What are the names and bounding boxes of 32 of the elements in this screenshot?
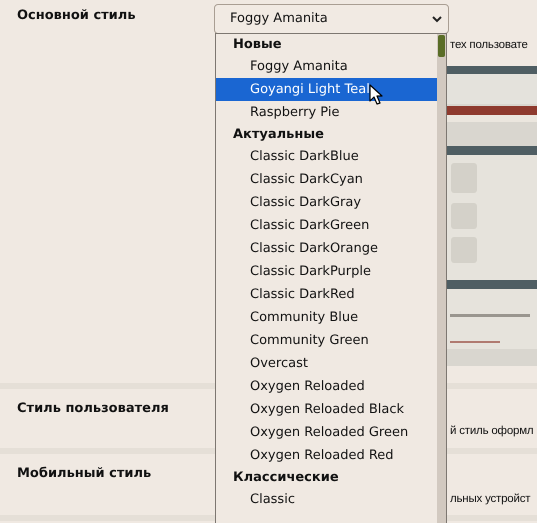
setting-description: й стиль оформл: [450, 424, 534, 439]
dropdown-option[interactable]: Overcast: [216, 352, 437, 375]
style-select[interactable]: Foggy Amanita: [214, 4, 449, 34]
setting-label: Основной стиль: [16, 7, 137, 25]
scrollbar-thumb[interactable]: [438, 35, 445, 57]
option-group-label: Классические: [232, 469, 340, 487]
dropdown-option[interactable]: Oxygen Reloaded Black: [216, 398, 437, 421]
dropdown-option[interactable]: Raspberry Pie: [216, 101, 437, 124]
dropdown-option[interactable]: Classic DarkBlue: [216, 145, 437, 168]
dropdown-option[interactable]: Classic: [216, 488, 437, 511]
option-group-label: Актуальные: [232, 126, 325, 144]
dropdown-option[interactable]: Oxygen Reloaded Red: [216, 444, 437, 467]
setting-label: Мобильный стиль: [16, 465, 152, 483]
setting-description: тех пользовате: [450, 38, 528, 53]
option-group-label: Новые: [232, 36, 283, 54]
dropdown-option[interactable]: Community Green: [216, 329, 437, 352]
dropdown-option[interactable]: Foggy Amanita: [216, 55, 437, 78]
dropdown-option[interactable]: Classic DarkCyan: [216, 168, 437, 191]
dropdown-option[interactable]: Oxygen Reloaded Green: [216, 421, 437, 444]
dropdown-option[interactable]: Classic DarkOrange: [216, 237, 437, 260]
scrollbar[interactable]: [437, 34, 446, 523]
dropdown-option[interactable]: Community Blue: [216, 306, 437, 329]
dropdown-option[interactable]: Classic DarkRed: [216, 283, 437, 306]
chevron-icon: [432, 16, 442, 22]
pointer-icon: [369, 84, 385, 106]
dropdown-option[interactable]: Classic DarkPurple: [216, 260, 437, 283]
dropdown-option[interactable]: Classic DarkGreen: [216, 214, 437, 237]
dropdown-option[interactable]: Goyangi Light Teal: [216, 78, 437, 101]
dropdown-option[interactable]: Oxygen Reloaded: [216, 375, 437, 398]
setting-label: Стиль пользователя: [16, 400, 170, 418]
setting-description: льных устройст: [450, 492, 530, 507]
dropdown-option[interactable]: Classic DarkGray: [216, 191, 437, 214]
